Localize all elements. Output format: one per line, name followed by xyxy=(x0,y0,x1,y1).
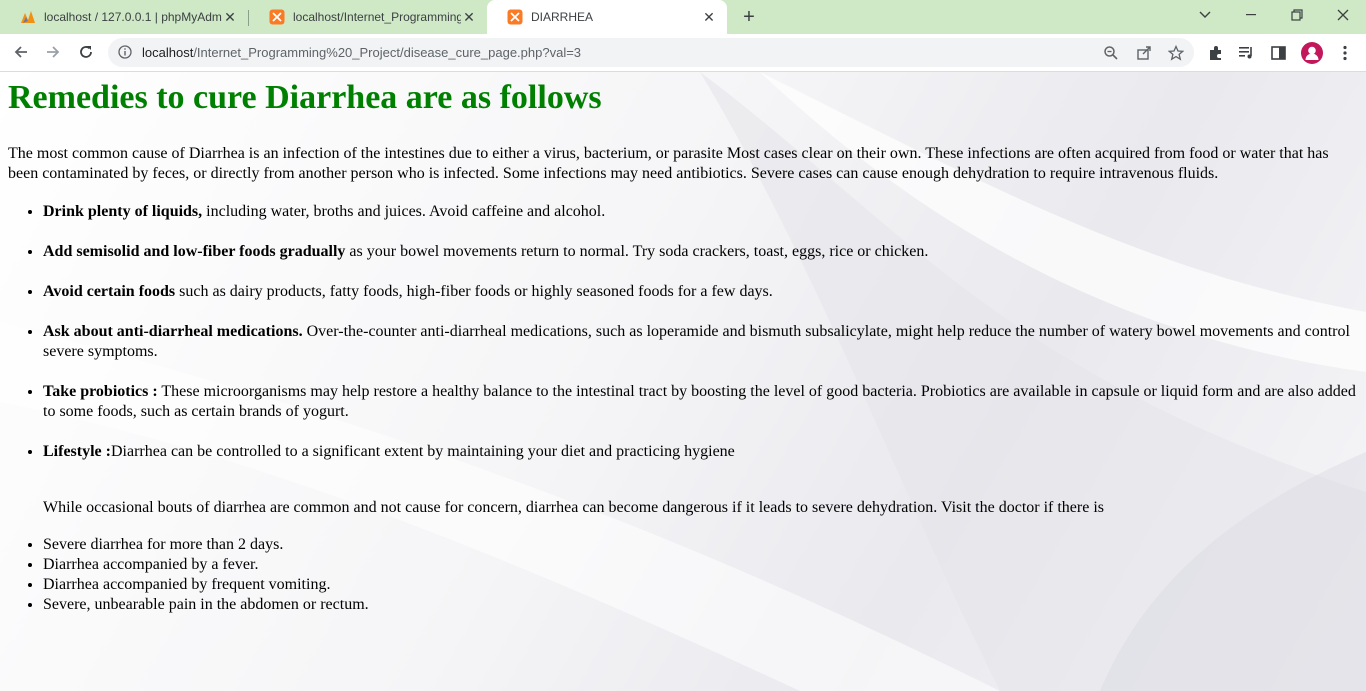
list-item: Ask about anti-diarrheal medications. Ov… xyxy=(43,322,1360,362)
list-item: Add semisolid and low-fiber foods gradua… xyxy=(43,242,1360,262)
arrow-right-icon xyxy=(47,46,60,58)
remedy-title: Ask about anti-diarrheal medications. xyxy=(43,323,303,340)
remedy-title: Drink plenty of liquids, xyxy=(43,203,203,220)
remedy-text: These microorganisms may help restore a … xyxy=(43,383,1356,420)
warning-list: Severe diarrhea for more than 2 days. Di… xyxy=(8,535,1360,615)
list-item: Drink plenty of liquids, including water… xyxy=(43,202,1360,222)
tab-phpmyadmin[interactable]: localhost / 127.0.0.1 | phpMyAdmin ✕ xyxy=(0,0,248,34)
remedies-list: Drink plenty of liquids, including water… xyxy=(8,202,1360,462)
restore-button[interactable] xyxy=(1274,0,1320,30)
minimize-button[interactable] xyxy=(1228,0,1274,30)
list-item: Severe diarrhea for more than 2 days. xyxy=(43,535,1360,555)
intro-paragraph: The most common cause of Diarrhea is an … xyxy=(8,145,1329,182)
close-icon[interactable]: ✕ xyxy=(222,9,238,25)
remedy-title: Take probiotics : xyxy=(43,383,158,400)
bookmark-star-icon[interactable] xyxy=(1168,45,1184,61)
xampp-icon xyxy=(507,9,523,25)
remedy-text: such as dairy products, fatty foods, hig… xyxy=(175,283,773,300)
back-button[interactable] xyxy=(8,39,34,65)
page-content: Remedies to cure Diarrhea are as follows… xyxy=(8,72,1360,615)
address-bar[interactable]: localhost/Internet_Programming%20_Projec… xyxy=(108,38,1194,67)
new-tab-button[interactable]: + xyxy=(738,6,760,28)
list-item: Take probiotics : These microorganisms m… xyxy=(43,382,1360,422)
extensions-icon[interactable] xyxy=(1207,44,1225,62)
remedy-title: Add semisolid and low-fiber foods gradua… xyxy=(43,243,346,260)
media-control-icon[interactable] xyxy=(1238,44,1256,62)
list-item: Lifestyle :Diarrhea can be controlled to… xyxy=(43,442,1360,462)
share-icon[interactable] xyxy=(1136,45,1152,61)
tab-internet-programming[interactable]: localhost/Internet_Programming ✕ xyxy=(249,0,487,34)
list-item: Avoid certain foods such as dairy produc… xyxy=(43,282,1360,302)
url-path: /Internet_Programming%20_Project/disease… xyxy=(193,45,582,60)
zoom-icon[interactable] xyxy=(1103,45,1119,61)
url-host: localhost xyxy=(142,45,194,60)
profile-avatar[interactable] xyxy=(1301,42,1323,64)
url-text[interactable]: localhost/Internet_Programming%20_Projec… xyxy=(142,38,581,67)
close-window-button[interactable] xyxy=(1320,0,1366,30)
tab-strip: localhost / 127.0.0.1 | phpMyAdmin ✕ loc… xyxy=(0,0,1366,34)
reload-button[interactable] xyxy=(73,39,99,65)
doctor-note: While occasional bouts of diarrhea are c… xyxy=(43,499,1105,516)
tab-search-icon[interactable] xyxy=(1182,0,1228,30)
arrow-left-icon xyxy=(14,46,27,58)
list-item: Diarrhea accompanied by frequent vomitin… xyxy=(43,575,1360,595)
close-icon[interactable]: ✕ xyxy=(461,9,477,25)
page-viewport: Remedies to cure Diarrhea are as follows… xyxy=(0,72,1366,691)
close-icon[interactable]: ✕ xyxy=(701,9,717,25)
page-title: Remedies to cure Diarrhea are as follows xyxy=(8,79,602,116)
reload-icon xyxy=(80,46,92,58)
remedy-title: Avoid certain foods xyxy=(43,283,176,300)
phpmyadmin-icon xyxy=(21,11,35,23)
remedy-text: as your bowel movements return to normal… xyxy=(345,243,929,260)
side-panel-icon[interactable] xyxy=(1270,44,1288,62)
tab-title: DIARRHEA xyxy=(531,10,594,24)
tab-diarrhea[interactable]: DIARRHEA ✕ xyxy=(487,0,727,34)
tab-title: localhost / 127.0.0.1 | phpMyAdmin xyxy=(44,10,222,24)
browser-toolbar: localhost/Internet_Programming%20_Projec… xyxy=(0,34,1366,72)
list-item: Severe, unbearable pain in the abdomen o… xyxy=(43,595,1360,615)
list-item: Diarrhea accompanied by a fever. xyxy=(43,555,1360,575)
menu-kebab-icon[interactable] xyxy=(1336,44,1354,62)
profile-icon xyxy=(1305,46,1319,60)
remedy-title: Lifestyle : xyxy=(43,443,111,460)
remedy-text: Diarrhea can be controlled to a signific… xyxy=(110,443,735,460)
info-icon[interactable] xyxy=(118,45,132,59)
remedy-text: including water, broths and juices. Avoi… xyxy=(202,203,606,220)
xampp-icon xyxy=(269,9,285,25)
tab-title: localhost/Internet_Programming xyxy=(293,10,461,24)
forward-button[interactable] xyxy=(40,39,66,65)
